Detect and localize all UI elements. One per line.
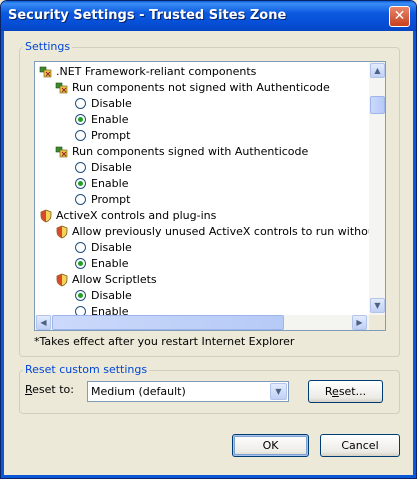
title-bar[interactable]: Security Settings - Trusted Sites Zone ✕ [1, 1, 416, 31]
radio-unselected[interactable] [75, 242, 86, 253]
cancel-button[interactable]: Cancel [320, 434, 400, 457]
reset-button-label: Reset... [324, 385, 367, 398]
reset-button[interactable]: Reset... [308, 380, 383, 403]
radio-unselected[interactable] [75, 162, 86, 173]
dotnet-settings-icon [55, 81, 69, 95]
radio-selected[interactable] [75, 178, 86, 189]
shield-icon [39, 209, 53, 223]
tree-item-label: Run components signed with Authenticode [72, 145, 309, 158]
reset-to-label: Reset to: [25, 383, 74, 396]
tree-item-label: Allow Scriptlets [72, 273, 157, 286]
dotnet-settings-icon [39, 65, 53, 79]
tree-item-label: ActiveX controls and plug-ins [56, 209, 217, 222]
tree-item-label: Allow previously unused ActiveX controls… [72, 225, 386, 238]
dotnet-settings-icon [55, 145, 69, 159]
radio-unselected[interactable] [75, 130, 86, 141]
window-border-left [1, 31, 4, 478]
window-border-right [413, 31, 416, 478]
vertical-scrollbar[interactable]: ▲ ▼ [369, 62, 385, 315]
tree-item-label: Enable [91, 113, 129, 126]
tree-item-label: Disable [91, 97, 132, 110]
tree-item-label: .NET Framework-reliant components [56, 65, 257, 78]
reset-level-value: Medium (default) [91, 385, 186, 398]
tree-item-label: Prompt [91, 129, 131, 142]
radio-selected[interactable] [75, 258, 86, 269]
radio-selected[interactable] [75, 114, 86, 125]
vertical-scroll-thumb[interactable] [370, 96, 385, 114]
chevron-down-icon[interactable]: ▼ [270, 383, 287, 400]
shield-icon [55, 273, 69, 287]
scroll-up-button[interactable]: ▲ [370, 63, 385, 78]
reset-level-dropdown[interactable]: Medium (default) ▼ [87, 381, 289, 402]
reset-group-label: Reset custom settings [23, 363, 150, 376]
settings-group-label: Settings [23, 40, 73, 53]
radio-selected[interactable] [75, 290, 86, 301]
scrollbar-corner [369, 315, 385, 330]
tree-item-label: Enable [91, 177, 129, 190]
scroll-right-button[interactable]: ▶ [352, 315, 367, 330]
reset-to-label-text: eset to: [32, 383, 74, 396]
scroll-left-button[interactable]: ◀ [36, 315, 51, 330]
restart-note: *Takes effect after you restart Internet… [34, 335, 295, 348]
tree-item-label: Enable [91, 257, 129, 270]
tree-item-label: Run components not signed with Authentic… [72, 81, 330, 94]
radio-unselected[interactable] [75, 194, 86, 205]
tree-item-label: Disable [91, 161, 132, 174]
tree-item-label: Disable [91, 289, 132, 302]
security-settings-dialog: Security Settings - Trusted Sites Zone ✕… [0, 0, 417, 479]
horizontal-scrollbar[interactable]: ◀ ▶ [35, 315, 369, 330]
window-border-bottom [1, 475, 416, 478]
tree-item-label: Disable [91, 241, 132, 254]
close-button[interactable]: ✕ [389, 6, 410, 27]
window-title: Security Settings - Trusted Sites Zone [8, 8, 287, 23]
settings-tree[interactable]: Enable Disable Allow Scriptlets Enable Disab… [34, 61, 386, 331]
horizontal-scroll-thumb[interactable] [52, 315, 284, 330]
shield-icon [55, 225, 69, 239]
radio-unselected[interactable] [75, 98, 86, 109]
scroll-down-button[interactable]: ▼ [370, 298, 385, 313]
ok-button[interactable]: OK [232, 434, 309, 457]
tree-item-label: Prompt [91, 193, 131, 206]
